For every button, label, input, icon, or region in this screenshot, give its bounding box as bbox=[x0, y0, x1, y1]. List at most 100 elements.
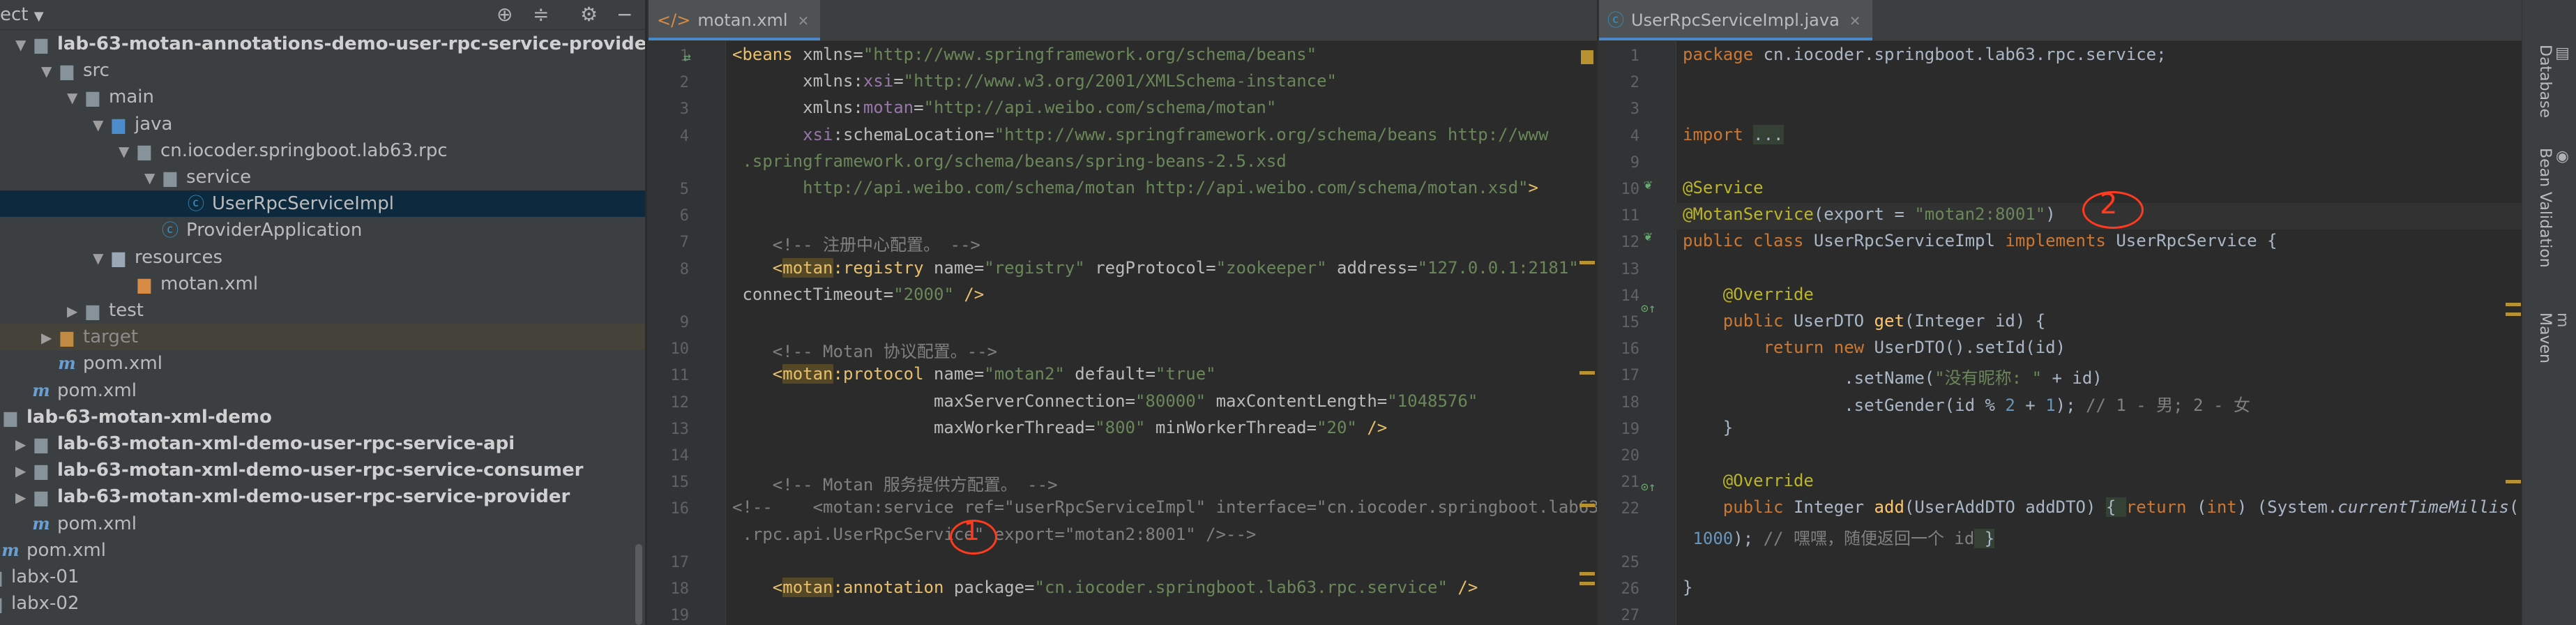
code-line[interactable]: maxServerConnection="80000" maxContentLe… bbox=[732, 391, 1478, 411]
tree-item[interactable]: ▼ ▆ lab-63-motan-annotations-demo-user-rpc… bbox=[0, 31, 645, 57]
warning-marker[interactable] bbox=[1579, 582, 1595, 585]
code-line[interactable]: <motan:annotation package="cn.iocoder.sp… bbox=[732, 578, 1478, 597]
line-number: 10 bbox=[670, 340, 690, 359]
close-tab-icon[interactable]: ✕ bbox=[1849, 13, 1861, 29]
implements-method-icon[interactable]: ⊙↑ bbox=[1641, 301, 1656, 316]
tree-item-label: java bbox=[135, 113, 173, 135]
code-line[interactable]: 1000); // 嘿嘿，随便返回一个 id } bbox=[1683, 525, 1995, 549]
code-line[interactable]: @Override bbox=[1683, 471, 1814, 490]
code-line[interactable]: <motan:protocol name="motan2" default="t… bbox=[732, 364, 1216, 384]
code-line[interactable]: @Override bbox=[1683, 285, 1814, 304]
chevron-down-icon[interactable]: ▼ bbox=[93, 245, 108, 271]
chevron-right-icon[interactable]: ▶ bbox=[41, 324, 56, 351]
warning-marker[interactable] bbox=[1579, 371, 1595, 375]
code-line[interactable]: public Integer add(UserAddDTO addDTO) { … bbox=[1683, 497, 2523, 518]
code-line[interactable]: xmlns:xsi="http://www.w3.org/2001/XMLSch… bbox=[732, 71, 1337, 91]
tree-item-label: target bbox=[83, 326, 139, 348]
project-tree-panel: mpom.xml ▼▆lab-63-motan-annotations-demo-… bbox=[0, 0, 645, 625]
hide-icon[interactable]: − bbox=[616, 3, 632, 26]
chevron-right-icon[interactable]: ▶ bbox=[15, 431, 31, 458]
tree-item[interactable]: ▶ ▆ lab-63-motan-xml-demo-user-rpc-service… bbox=[0, 483, 645, 510]
chevron-down-icon[interactable]: ▼ bbox=[93, 112, 108, 138]
tree-item[interactable]: m pom.xml bbox=[0, 511, 645, 537]
code-line[interactable]: import ... bbox=[1683, 124, 1784, 144]
code-line[interactable]: } bbox=[1683, 578, 1692, 597]
bean-validation-tool-tab[interactable]: ◉ Bean Validation bbox=[2536, 148, 2571, 268]
chevron-right-icon[interactable]: ▶ bbox=[67, 298, 82, 324]
target-icon[interactable]: ⊕ bbox=[497, 3, 513, 26]
code-line[interactable]: package cn.iocoder.springboot.lab63.rpc.… bbox=[1683, 45, 2167, 64]
chevron-down-icon[interactable]: ▼ bbox=[119, 138, 134, 165]
tree-item[interactable]: ▆ motan.xml bbox=[0, 271, 645, 297]
tree-item[interactable]: ▼ ▆ java bbox=[0, 111, 645, 137]
code-line[interactable]: public UserDTO get(Integer id) { bbox=[1683, 311, 2045, 331]
database-tool-tab[interactable]: ▤ Database bbox=[2536, 45, 2571, 118]
spring-bean-icon[interactable]: ❦ bbox=[1644, 227, 1652, 244]
implements-method-icon[interactable]: ⊙↑ bbox=[1641, 480, 1656, 495]
maven-icon: m bbox=[2554, 312, 2571, 328]
warning-marker[interactable] bbox=[2506, 312, 2521, 316]
collapse-icon[interactable]: ≑ bbox=[533, 3, 549, 26]
tree-item[interactable]: ⓒ ProviderApplication bbox=[0, 217, 645, 243]
warning-marker[interactable] bbox=[2506, 480, 2521, 483]
tree-item[interactable]: ▶ ▆ target bbox=[0, 324, 645, 351]
tree-item[interactable]: ▼ ▆ cn.iocoder.springboot.lab63.rpc bbox=[0, 137, 645, 164]
line-number: 16 bbox=[1621, 340, 1640, 359]
code-line[interactable]: .setGender(id % 2 + 1); // 1 - 男; 2 - 女 bbox=[1683, 391, 2250, 416]
code-line[interactable]: http://api.weibo.com/schema/motan http:/… bbox=[732, 178, 1538, 197]
code-line[interactable]: <motan:registry name="registry" regProto… bbox=[732, 257, 1579, 278]
code-line[interactable]: maxWorkerThread="800" minWorkerThread="2… bbox=[732, 418, 1387, 437]
code-line[interactable]: } bbox=[1683, 418, 1733, 437]
code-line[interactable]: @Service bbox=[1683, 178, 1764, 197]
code-line[interactable]: public class UserRpcServiceImpl implemen… bbox=[1683, 231, 2278, 250]
code-line[interactable]: connectTimeout="2000" /> bbox=[732, 285, 984, 304]
excluded-folder-icon: ▆ bbox=[60, 327, 74, 347]
tree-item[interactable]: m pom.xml bbox=[0, 350, 645, 377]
tab-userrpcserviceimpl[interactable]: ⓒ UserRpcServiceImpl.java ✕ bbox=[1599, 0, 1872, 40]
tree-item[interactable]: ▶ ▆ test bbox=[0, 297, 645, 324]
tree-item[interactable]: ▶ ▆ lab-63-motan-xml-demo-user-rpc-service… bbox=[0, 457, 645, 483]
tree-item[interactable]: ▆labx-01 bbox=[0, 564, 645, 590]
warning-marker[interactable] bbox=[1579, 504, 1595, 507]
line-number: 11 bbox=[1621, 207, 1640, 225]
tree-item[interactable]: ▼ ▆ main bbox=[0, 84, 645, 110]
chevron-right-icon[interactable]: ▶ bbox=[15, 458, 31, 484]
tree-item[interactable]: ▼ ▆ service bbox=[0, 164, 645, 190]
code-line[interactable]: <!-- Motan 协议配置。--> bbox=[732, 338, 997, 362]
tree-item[interactable]: ▼ ▆ src bbox=[0, 57, 645, 84]
chevron-down-icon[interactable]: ▼ bbox=[15, 31, 31, 58]
code-line[interactable]: <beans xmlns="http://www.springframework… bbox=[732, 45, 1317, 64]
tree-item[interactable]: ⓒ UserRpcServiceImpl bbox=[0, 190, 645, 218]
warning-marker[interactable] bbox=[1581, 50, 1593, 64]
tree-item[interactable]: m pom.xml bbox=[0, 377, 645, 404]
warning-marker[interactable] bbox=[1579, 572, 1595, 575]
chevron-right-icon[interactable]: ▶ bbox=[15, 484, 31, 511]
warning-marker[interactable] bbox=[1579, 261, 1595, 264]
warning-marker[interactable] bbox=[2506, 303, 2521, 306]
code-line[interactable]: <!-- <motan:service ref="userRpcServiceI… bbox=[732, 497, 1597, 517]
code-line[interactable]: .setName("没有昵称: " + id) bbox=[1683, 364, 2103, 389]
tree-item[interactable]: ▆ lab-63-motan-xml-demo bbox=[0, 404, 645, 430]
chevron-down-icon[interactable]: ▼ bbox=[41, 58, 56, 84]
spring-bean-icon[interactable]: ❦ bbox=[1644, 176, 1652, 193]
maven-tool-tab[interactable]: m Maven bbox=[2536, 312, 2571, 363]
code-line[interactable]: <!-- Motan 服务提供方配置。 --> bbox=[732, 471, 1058, 495]
project-title[interactable]: ect ▼ bbox=[0, 4, 44, 25]
code-line[interactable]: @MotanService(export = "motan2:8001") bbox=[1683, 204, 2056, 224]
gear-icon[interactable]: ⚙ bbox=[580, 3, 598, 26]
tree-scrollbar[interactable] bbox=[635, 544, 642, 625]
tree-item[interactable]: m pom.xml bbox=[0, 537, 645, 564]
line-number: 9 bbox=[679, 314, 689, 331]
code-line[interactable]: return new UserDTO().setId(id) bbox=[1683, 338, 2066, 357]
code-line[interactable]: xmlns:motan="http://api.weibo.com/schema… bbox=[732, 98, 1276, 117]
chevron-down-icon[interactable]: ▼ bbox=[67, 84, 82, 111]
tree-item[interactable]: ▼ ▆ resources bbox=[0, 244, 645, 271]
tree-item[interactable]: ▶ ▆ lab-63-motan-xml-demo-user-rpc-service… bbox=[0, 430, 645, 457]
tree-item[interactable]: ▆labx-02 bbox=[0, 590, 645, 617]
code-line[interactable]: xsi:schemaLocation="http://www.springfra… bbox=[732, 125, 1548, 144]
code-line[interactable]: .springframework.org/schema/beans/spring… bbox=[732, 151, 1286, 171]
code-line[interactable]: <!-- 注册中心配置。 --> bbox=[732, 231, 980, 255]
tab-motan-xml[interactable]: </> motan.xml ✕ bbox=[649, 0, 821, 40]
chevron-down-icon[interactable]: ▼ bbox=[144, 165, 160, 191]
close-tab-icon[interactable]: ✕ bbox=[798, 13, 810, 29]
